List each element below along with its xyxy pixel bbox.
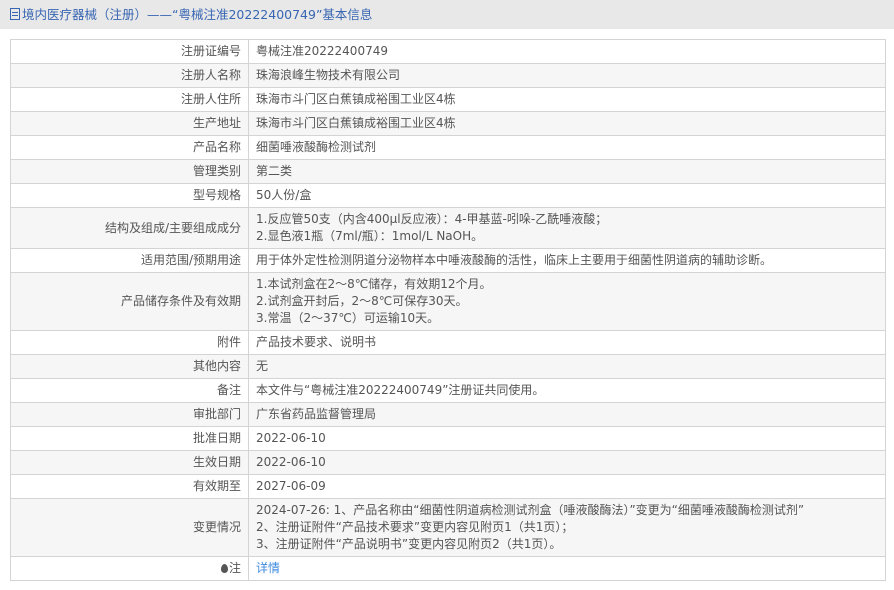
value-line: 第二类 [256,164,293,178]
table-row: 批准日期 2022-06-10 [10,426,886,451]
table-row: 有效期至 2027-06-09 [10,474,886,499]
field-value: 1.反应管50支（内含400μl反应液）：4-甲基蓝-吲哚-乙酰唾液酸； 2.显色… [248,207,886,249]
field-value: 广东省药品监督管理局 [248,402,886,427]
table-row: 其他内容无 [10,354,886,379]
table-row: 注册证编号 粤械注准20222400749 [10,39,886,64]
field-label: 注册人住所 [10,87,249,112]
value-line: 2022-06-10 [256,455,326,469]
table-row: 注册人名称 珠海浪峰生物技术有限公司 [10,63,886,88]
value-line: 珠海浪峰生物技术有限公司 [256,68,401,82]
field-value: 用于体外定性检测阴道分泌物样本中唾液酸酶的活性，临床上主要用于细菌性阴道病的辅助… [248,248,886,273]
value-line: 广东省药品监督管理局 [256,407,377,421]
field-label: 批准日期 [10,426,249,451]
field-value: 2027-06-09 [248,474,886,499]
page-header: 境内医疗器械（注册）——“粤械注准20222400749”基本信息 [0,0,894,29]
value-line: 无 [256,359,269,373]
table-row: 产品储存条件及有效期 1.本试剂盒在2～8℃储存，有效期12个月。 2.试剂盒开封后… [10,272,886,331]
field-label: 变更情况 [10,498,249,557]
field-value: 珠海市斗门区白蕉镇成裕围工业区4栋 [248,87,886,112]
table-row: 变更情况 2024-07-26: 1、产品名称由“细菌性阴道病检测试剂盒（唾液酸酶… [10,498,886,557]
field-label: 生效日期 [10,450,249,475]
field-label: 产品储存条件及有效期 [10,272,249,331]
table-row: 生产地址 珠海市斗门区白蕉镇成裕围工业区4栋 [10,111,886,136]
field-value: 本文件与“粤械注准20222400749”注册证共同使用。 [248,378,886,403]
field-value: 第二类 [248,159,886,184]
value-line: 珠海市斗门区白蕉镇成裕围工业区4栋 [256,92,456,106]
field-label: 其他内容 [10,354,249,379]
field-value: 无 [248,354,886,379]
value-line: 2022-06-10 [256,431,326,445]
value-line: 珠海市斗门区白蕉镇成裕围工业区4栋 [256,116,456,130]
value-line: 3.常温（2～37℃）可运输10天。 [256,311,440,325]
field-value: 产品技术要求、说明书 [248,330,886,355]
pin-icon [220,564,228,573]
field-value: 细菌唾液酸酶检测试剂 [248,135,886,160]
value-line: 3、注册证附件“产品说明书”变更内容见附页2（共1页）。 [256,537,562,551]
table-row: 备注 本文件与“粤械注准20222400749”注册证共同使用。 [10,378,886,403]
value-line: 2.试剂盒开封后，2～8℃可保存30天。 [256,294,468,308]
field-value: 珠海市斗门区白蕉镇成裕围工业区4栋 [248,111,886,136]
field-label: 生产地址 [10,111,249,136]
table-row: 适用范围/预期用途 用于体外定性检测阴道分泌物样本中唾液酸酶的活性，临床上主要用于… [10,248,886,273]
field-label: 型号规格 [10,183,249,208]
field-label: 附件 [10,330,249,355]
field-value: 2022-06-10 [248,450,886,475]
field-label: 有效期至 [10,474,249,499]
page-title: 境内医疗器械（注册）——“粤械注准20222400749”基本信息 [22,7,373,22]
field-value: 1.本试剂盒在2～8℃储存，有效期12个月。 2.试剂盒开封后，2～8℃可保存30… [248,272,886,331]
table-row: 附件 产品技术要求、说明书 [10,330,886,355]
value-line: 2027-06-09 [256,479,326,493]
field-label: 注册证编号 [10,39,249,64]
field-value: 50人份/盒 [248,183,886,208]
value-line: 粤械注准20222400749 [256,44,388,58]
field-label: 适用范围/预期用途 [10,248,249,273]
document-icon [10,8,20,20]
details-link[interactable]: 详情 [256,561,280,575]
field-label: 备注 [10,378,249,403]
field-label: 产品名称 [10,135,249,160]
info-table: 注册证编号 粤械注准20222400749 注册人名称 珠海浪峰生物技术有限公司 注册人… [10,39,886,581]
value-line: 1.本试剂盒在2～8℃储存，有效期12个月。 [256,277,492,291]
note-label: 注 [228,561,241,575]
table-row: 生效日期 2022-06-10 [10,450,886,475]
field-value: 2024-07-26: 1、产品名称由“细菌性阴道病检测试剂盒（唾液酸酶法）”变… [248,498,886,557]
table-row: 管理类别 第二类 [10,159,886,184]
field-value: 2022-06-10 [248,426,886,451]
field-label: 结构及组成/主要组成成分 [10,207,249,249]
value-line: 产品技术要求、说明书 [256,335,377,349]
value-line: 2、注册证附件“产品技术要求”变更内容见附页1（共1页）； [256,520,574,534]
table-row: 结构及组成/主要组成成分 1.反应管50支（内含400μl反应液）：4-甲基蓝-吲… [10,207,886,249]
value-line: 1.反应管50支（内含400μl反应液）：4-甲基蓝-吲哚-乙酰唾液酸； [256,212,608,226]
field-label: 管理类别 [10,159,249,184]
field-value: 粤械注准20222400749 [248,39,886,64]
field-label: 注册人名称 [10,63,249,88]
table-row: 审批部门 广东省药品监督管理局 [10,402,886,427]
note-row: 注 详情 [10,556,886,581]
field-label: 审批部门 [10,402,249,427]
value-line: 2024-07-26: 1、产品名称由“细菌性阴道病检测试剂盒（唾液酸酶法）”变… [256,503,805,517]
table-row: 注册人住所 珠海市斗门区白蕉镇成裕围工业区4栋 [10,87,886,112]
table-row: 产品名称 细菌唾液酸酶检测试剂 [10,135,886,160]
field-value: 珠海浪峰生物技术有限公司 [248,63,886,88]
value-line: 细菌唾液酸酶检测试剂 [256,140,377,154]
table-row: 型号规格 50人份/盒 [10,183,886,208]
value-line: 50人份/盒 [256,188,312,202]
value-line: 2.显色液1瓶（7ml/瓶）：1mol/L NaOH。 [256,229,484,243]
note-value: 详情 [248,556,886,581]
value-line: 用于体外定性检测阴道分泌物样本中唾液酸酶的活性，临床上主要用于细菌性阴道病的辅助… [256,253,773,267]
note-label-cell: 注 [10,556,249,581]
value-line: 本文件与“粤械注准20222400749”注册证共同使用。 [256,383,545,397]
